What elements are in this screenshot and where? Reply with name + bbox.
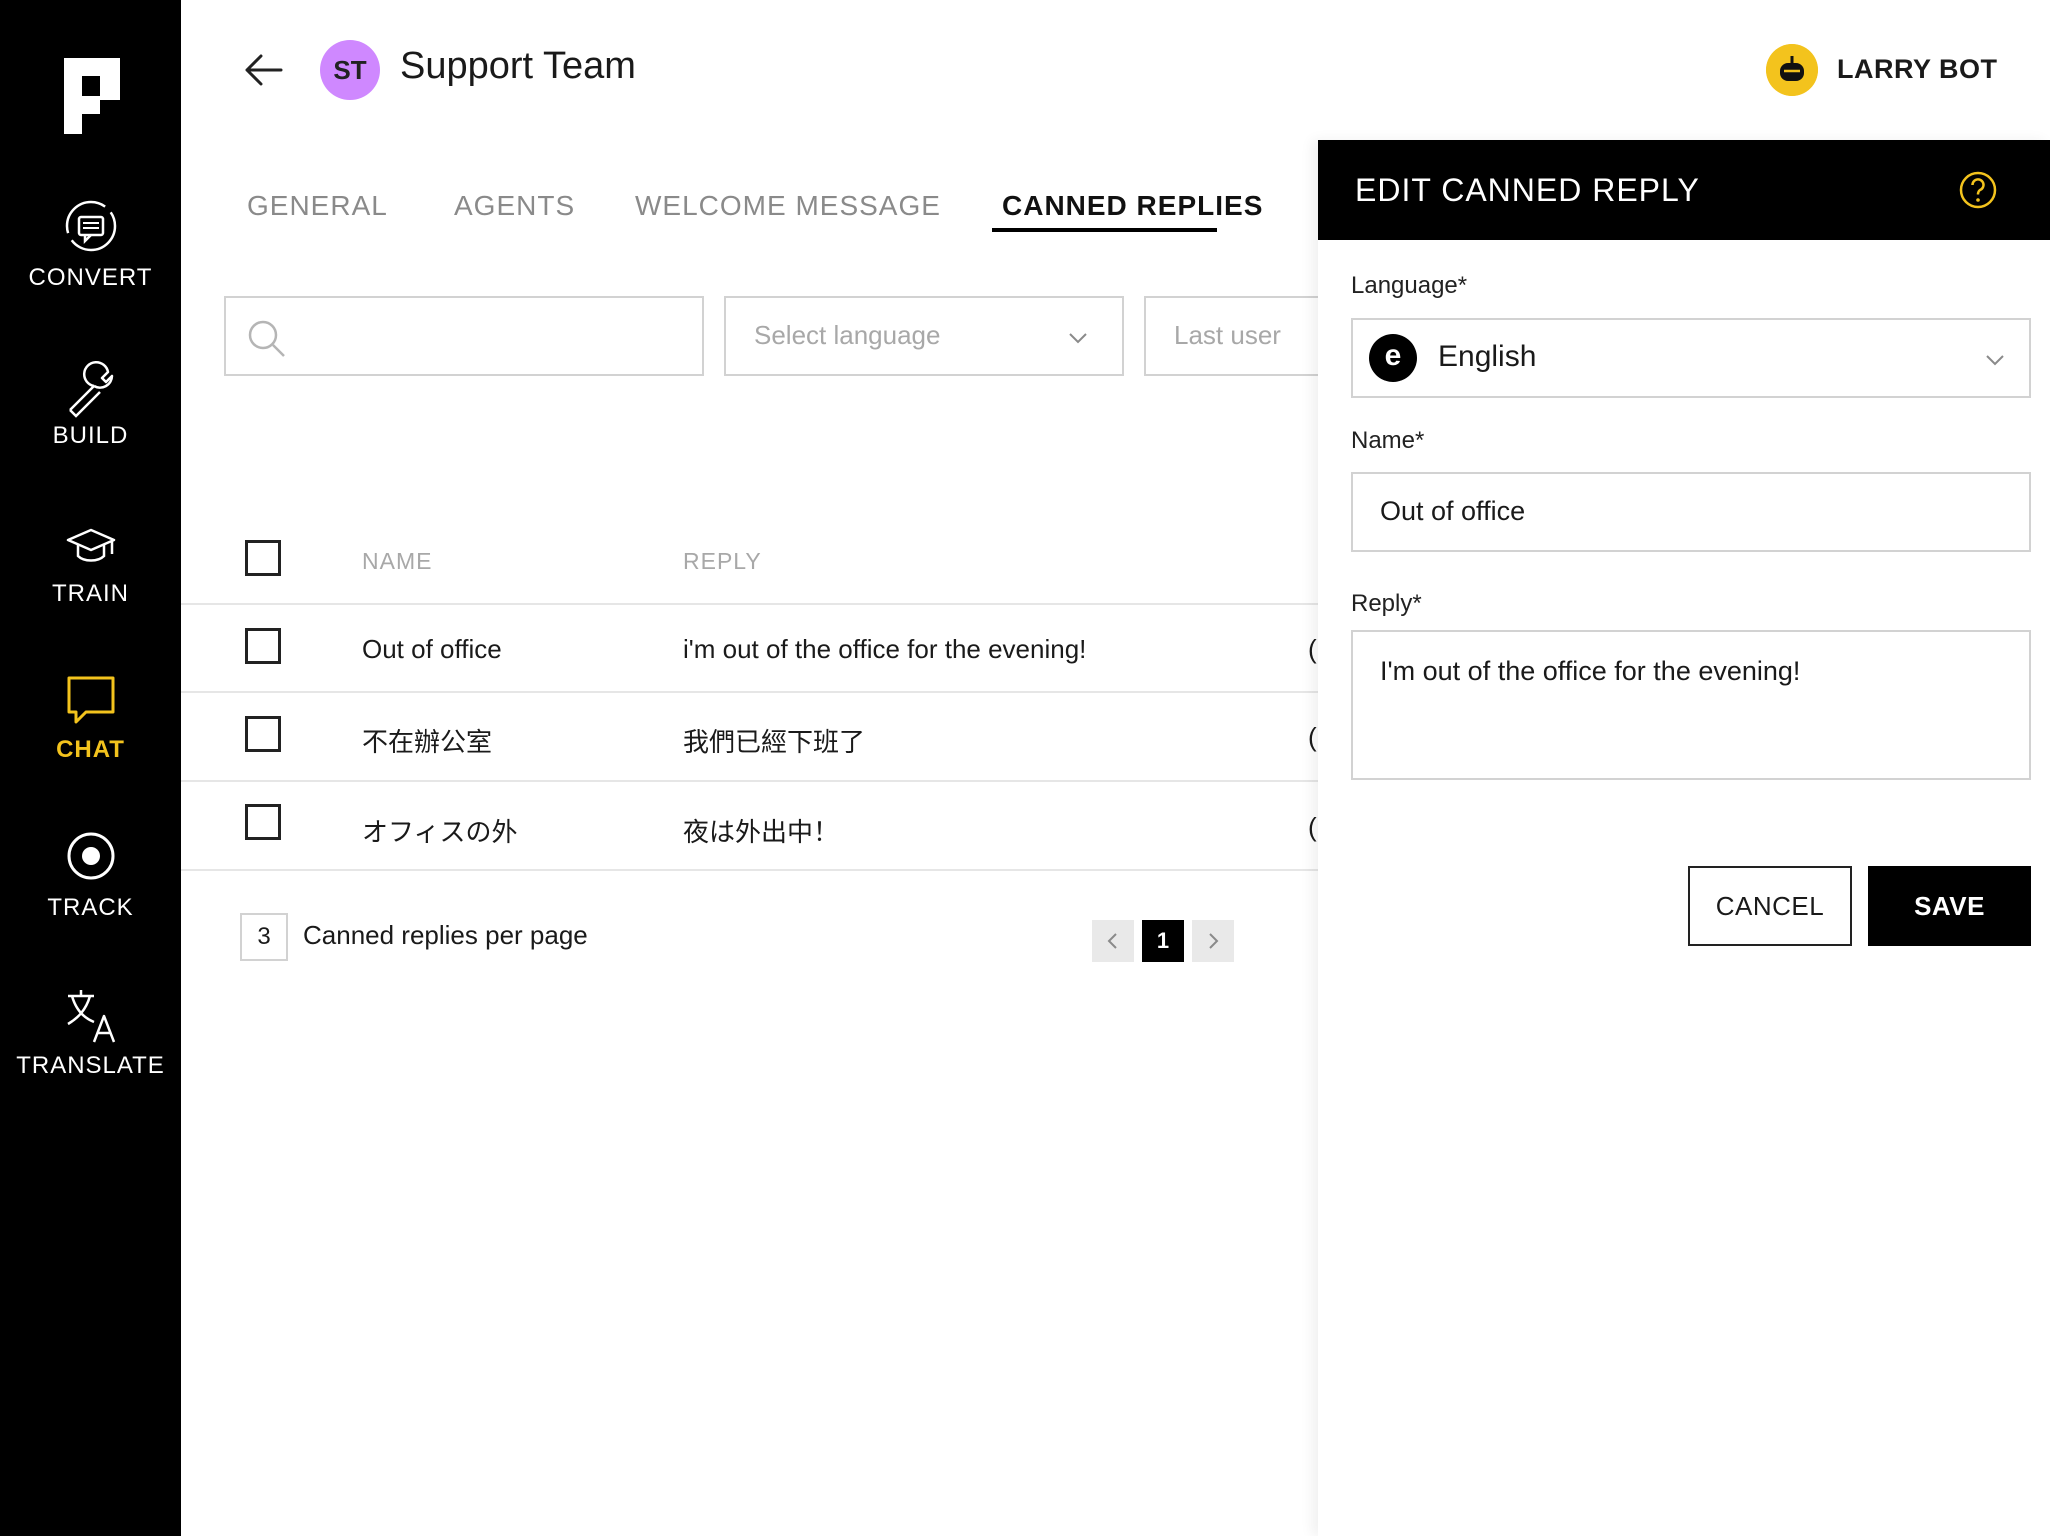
search-input[interactable] [224,296,704,376]
row-divider [181,603,1318,605]
row-reply: 我們已經下班了 [683,727,866,757]
sidebar: CONVERT BUILD TRAIN CHAT TRACK TRANSLATE [0,0,181,1536]
row-divider [181,691,1318,693]
nav-label-convert: CONVERT [28,264,153,291]
tab-welcome-message[interactable]: WELCOME MESSAGE [635,190,941,222]
chevron-left-icon [1107,933,1117,949]
nav-item-build[interactable]: BUILD [0,356,181,476]
per-page-input[interactable]: 3 [240,913,288,961]
chat-bubble-icon [67,676,115,724]
reply-textarea-value: I'm out of the office for the evening! [1380,656,1801,686]
row-truncated-cell: ( [1308,634,1317,664]
nav-item-track[interactable]: TRACK [0,828,181,948]
row-truncated-cell: ( [1308,812,1317,842]
nav-item-chat[interactable]: CHAT [0,670,181,790]
top-bar: ST Support Team LARRY BOT [181,0,2050,140]
row-divider [181,869,1318,871]
next-page-button[interactable] [1192,920,1234,962]
last-user-filter-select[interactable]: Last user [1144,296,1324,376]
row-checkbox[interactable] [245,716,281,752]
language-filter-placeholder: Select language [754,320,941,350]
row-name: 不在辦公室 [362,727,493,757]
tab-canned-replies[interactable]: CANNED REPLIES [1002,190,1263,222]
target-icon [67,832,115,880]
row-checkbox[interactable] [245,804,281,840]
save-button[interactable]: SAVE [1868,866,2031,946]
panel-header: EDIT CANNED REPLY [1318,140,2050,240]
reply-label: Reply* [1351,590,1422,617]
prev-page-button[interactable] [1092,920,1134,962]
reply-textarea[interactable]: I'm out of the office for the evening! [1351,630,2031,780]
search-icon [248,320,285,357]
tab-general[interactable]: GENERAL [247,190,388,222]
column-header-name: NAME [362,548,433,574]
panel-title: EDIT CANNED REPLY [1355,172,1700,208]
tab-agents[interactable]: AGENTS [454,190,575,222]
main-content: GENERAL AGENTS WELCOME MESSAGE CANNED RE… [181,140,1324,1536]
active-tab-underline [992,228,1217,232]
cancel-button[interactable]: CANCEL [1688,866,1852,946]
nav-item-train[interactable]: TRAIN [0,514,181,634]
page-title: Support Team [400,45,636,87]
select-all-checkbox[interactable] [245,540,281,576]
graduation-cap-icon [66,528,116,562]
language-label: Language* [1351,272,1468,299]
translate-icon [67,990,116,1043]
chevron-down-icon [1986,355,2004,366]
name-field[interactable]: Out of office [1351,472,2031,552]
language-select[interactable]: e English [1351,318,2031,398]
bot-icon[interactable] [1766,44,1818,96]
edit-canned-reply-panel: EDIT CANNED REPLY Language* e English Na… [1318,140,2050,1536]
column-header-reply: REPLY [683,548,762,574]
language-value: English [1438,340,1537,373]
convert-icon [65,200,117,252]
current-page-button[interactable]: 1 [1142,920,1184,962]
nav-label-train: TRAIN [52,580,129,607]
row-reply: i'm out of the office for the evening! [683,634,1087,664]
language-filter-select[interactable]: Select language [724,296,1124,376]
chevron-right-icon [1209,933,1219,949]
last-user-filter-placeholder: Last user [1174,320,1281,350]
row-name: オフィスの外 [362,817,518,847]
name-field-value: Out of office [1380,496,1526,526]
chevron-down-icon [1069,333,1087,344]
row-name: Out of office [362,634,502,664]
arrow-left-icon[interactable] [241,48,285,92]
row-truncated-cell: ( [1308,722,1317,752]
wrench-icon [69,360,114,418]
nav-label-translate: TRANSLATE [16,1052,165,1079]
language-badge: e [1369,334,1417,382]
nav-label-track: TRACK [47,894,134,921]
per-page-label: Canned replies per page [303,920,588,950]
name-label: Name* [1351,427,1425,454]
bot-name[interactable]: LARRY BOT [1837,54,1998,85]
nav-label-chat: CHAT [56,736,125,763]
row-reply: 夜は外出中！ [683,817,840,847]
team-avatar: ST [320,40,380,100]
help-circle-icon[interactable] [1958,170,1998,210]
brand-logo-icon[interactable] [64,58,120,134]
row-divider [181,780,1318,782]
row-checkbox[interactable] [245,628,281,664]
nav-item-translate[interactable]: TRANSLATE [0,986,181,1106]
nav-label-build: BUILD [52,422,129,449]
nav-item-convert[interactable]: CONVERT [0,198,181,318]
